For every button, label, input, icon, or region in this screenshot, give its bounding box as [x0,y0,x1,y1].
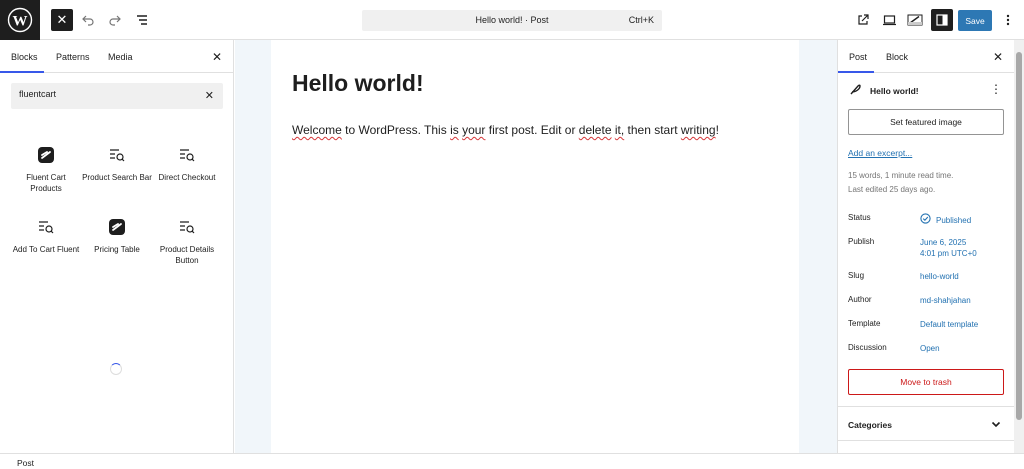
close-icon[interactable]: ✕ [993,50,1003,64]
paragraph-text: Welcome [292,123,342,137]
undo-icon[interactable] [77,9,99,31]
chevron-down-icon[interactable] [990,418,1002,432]
paragraph-text: it, [614,123,625,137]
device-preview-icon[interactable] [878,9,900,31]
active-tab-indicator [838,71,874,73]
divider [838,406,1014,407]
tab-post[interactable]: Post [849,52,867,62]
loading-spinner-icon [110,363,122,375]
set-featured-image-button[interactable]: Set featured image [848,109,1004,135]
wordpress-logo-icon[interactable]: W [0,0,40,40]
template-value[interactable]: Default template [920,319,978,330]
block-item-fluent-cart-products[interactable]: Fluent Cart Products [11,144,81,194]
publish-label: Publish [848,237,875,246]
publish-date: June 6, 2025 [920,238,967,247]
block-label: Product Details Button [159,245,215,265]
paragraph-block[interactable]: Welcome to WordPress. This is your first… [292,123,719,137]
slug-label: Slug [848,271,865,280]
settings-sidebar: Post Block ✕ Hello world! ⋮ Set featured… [837,40,1014,453]
add-excerpt-link[interactable]: Add an excerpt... [848,148,912,158]
block-label: Product Search Bar [82,173,152,182]
tab-block[interactable]: Block [886,52,908,62]
publish-date-value[interactable]: June 6, 2025 4:01 pm UTC+0 [920,237,977,259]
block-search: ✕ [11,83,223,109]
svg-text:W: W [13,14,28,30]
slug-value[interactable]: hello-world [920,271,959,282]
block-label: Fluent Cart Products [26,173,66,193]
word-count: 15 words, 1 minute read time. [848,171,954,180]
discussion-value[interactable]: Open [920,343,940,354]
document-title: Hello world! · Post [475,15,549,25]
active-tab-indicator [0,71,44,73]
scrollbar-thumb[interactable] [1016,52,1022,420]
block-item-add-to-cart-fluent[interactable]: Add To Cart Fluent [11,216,81,255]
status-label: Status [848,213,871,222]
published-check-icon [920,213,931,227]
tab-blocks[interactable]: Blocks [11,52,38,62]
view-post-icon[interactable] [852,9,874,31]
post-title[interactable]: Hello world! [292,70,424,97]
fluent-cart-logo-icon [106,216,128,238]
list-search-icon [176,216,198,238]
command-palette-bar[interactable]: Hello world! · Post Ctrl+K [362,10,662,31]
options-more-icon[interactable] [997,9,1019,31]
move-to-trash-button[interactable]: Move to trash [848,369,1004,395]
save-button[interactable]: Save [958,10,992,31]
editor-header: W ✕ Hello world! · Post Ctrl+K Save [0,0,1024,40]
block-search-input[interactable] [19,89,189,99]
paragraph-text: then start [624,123,681,137]
block-item-direct-checkout[interactable]: Direct Checkout [152,144,222,183]
inserter-tabs: Blocks Patterns Media ✕ [0,40,234,73]
divider [838,440,1014,441]
last-edited: Last edited 25 days ago. [848,185,936,194]
block-inserter-panel: Blocks Patterns Media ✕ ✕ Fluent Cart Pr… [0,40,234,453]
status-text: Published [936,215,972,225]
fluent-cart-logo-icon [35,144,57,166]
list-search-icon [35,216,57,238]
block-label: Add To Cart Fluent [12,245,80,254]
clear-search-icon[interactable]: ✕ [205,89,214,102]
breadcrumb[interactable]: Post [17,458,34,468]
status-value[interactable]: Published [920,213,971,227]
paragraph-text: writing [680,123,716,137]
block-item-pricing-table[interactable]: Pricing Table [82,216,152,255]
editor-canvas: Hello world! Welcome to WordPress. This … [271,40,799,453]
paragraph-text: delete [578,123,612,137]
post-summary-title: Hello world! [870,86,919,96]
paragraph-text: is [450,123,459,137]
paragraph-text: first post. Edit or [485,123,579,137]
block-item-product-search-bar[interactable]: Product Search Bar [82,144,152,183]
template-label: Template [848,319,881,328]
keyboard-shortcut: Ctrl+K [628,15,654,25]
post-feather-icon [849,83,861,97]
sidebar-scrollbar[interactable] [1014,40,1024,453]
close-inserter-button[interactable]: ✕ [51,9,73,31]
list-search-icon [176,144,198,166]
tab-patterns[interactable]: Patterns [56,52,90,62]
redo-icon[interactable] [104,9,126,31]
close-icon[interactable]: ✕ [212,50,222,64]
settings-tabs: Post Block ✕ [838,40,1014,73]
more-options-icon[interactable]: ⋮ [990,82,1002,96]
tab-media[interactable]: Media [108,52,133,62]
document-overview-icon[interactable] [131,9,153,31]
author-label: Author [848,295,872,304]
block-label: Direct Checkout [158,173,216,182]
style-book-icon[interactable] [904,9,926,31]
paragraph-text: to WordPress. This [341,123,451,137]
block-label: Pricing Table [94,245,140,254]
categories-panel-toggle[interactable]: Categories [848,420,892,430]
paragraph-text: your [462,123,486,137]
paragraph-text: ! [715,123,719,137]
block-item-product-details-button[interactable]: Product Details Button [152,216,222,266]
block-breadcrumb-bar: Post [0,453,1024,469]
list-search-icon [106,144,128,166]
author-value[interactable]: md-shahjahan [920,295,971,306]
publish-time: 4:01 pm UTC+0 [920,249,977,258]
discussion-label: Discussion [848,343,887,352]
settings-sidebar-toggle-icon[interactable] [931,9,953,31]
